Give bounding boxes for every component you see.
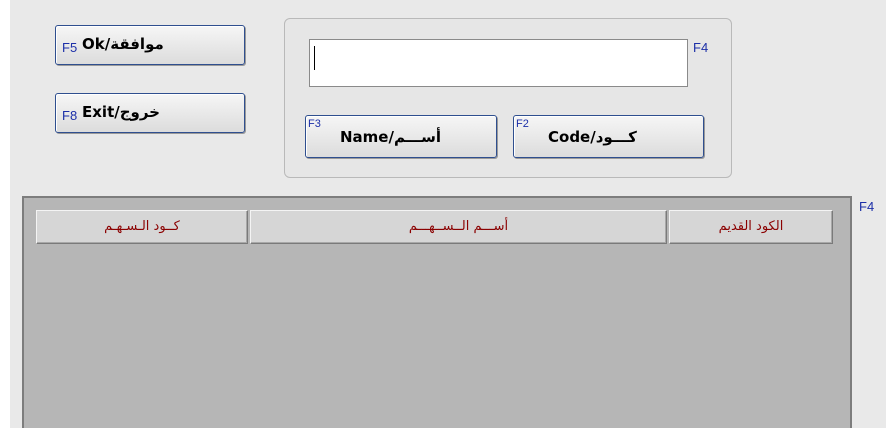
- grid-shortcut-key: F4: [859, 199, 875, 214]
- code-search-button[interactable]: F2 Code/كـــود: [513, 115, 704, 158]
- ok-shortcut-key: F5: [62, 40, 78, 55]
- column-header-stock-code[interactable]: كــود الـسـهـم: [36, 210, 248, 244]
- column-header-old-code[interactable]: الكود القديم: [669, 210, 833, 244]
- search-shortcut-key: F4: [693, 40, 709, 55]
- name-shortcut-key: F3: [308, 118, 321, 130]
- code-button-label: Code/كـــود: [548, 128, 637, 146]
- ok-button-label: Ok/موافقة: [82, 35, 164, 53]
- name-button-label: Name/أســـم: [340, 128, 442, 146]
- search-input[interactable]: [309, 39, 688, 87]
- code-shortcut-key: F2: [516, 118, 529, 130]
- exit-button-label: Exit/خروج: [82, 103, 160, 121]
- ok-button[interactable]: F5 Ok/موافقة: [55, 25, 245, 65]
- text-caret: [314, 46, 315, 70]
- exit-button[interactable]: F8 Exit/خروج: [55, 93, 245, 133]
- column-header-stock-name[interactable]: أســـم الــســهـــم: [250, 210, 667, 244]
- exit-shortcut-key: F8: [62, 108, 78, 123]
- name-search-button[interactable]: F3 Name/أســـم: [305, 115, 497, 158]
- left-edge: [0, 0, 10, 428]
